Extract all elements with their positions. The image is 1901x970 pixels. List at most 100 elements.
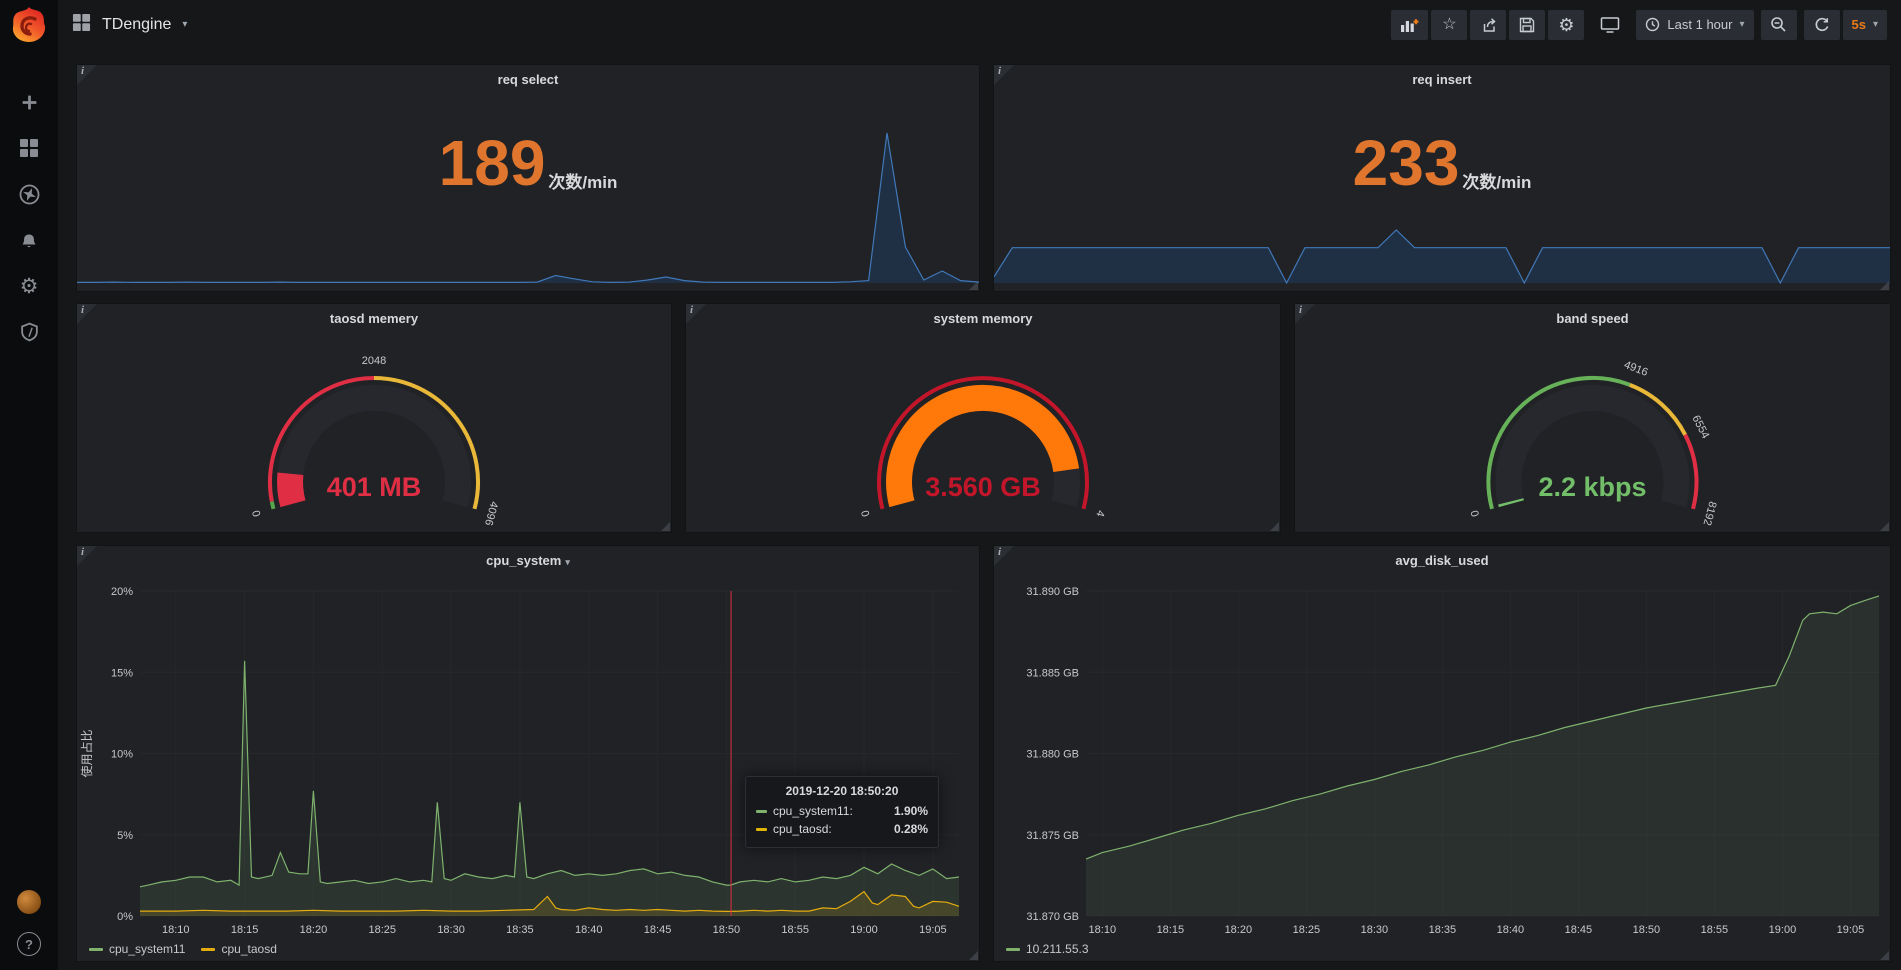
time-range-picker[interactable]: Last 1 hour ▾ [1636, 10, 1753, 40]
add-panel-button[interactable] [1391, 10, 1428, 40]
navbar: TDengine ▾ ☆ [58, 0, 1901, 49]
refresh-interval-picker[interactable]: 5s ▾ [1843, 10, 1888, 40]
panel-title[interactable]: req insert [994, 72, 1890, 87]
y-tick-label: 31.870 GB [1026, 911, 1079, 923]
dashboard-tools: ☆ ⚙ [1391, 10, 1584, 40]
gauge-chart[interactable]: 020484096401 MB [77, 320, 671, 532]
x-tick-label: 18:50 [713, 924, 741, 936]
dashboard-grid: i req select 189 次数/min i req insert 233… [58, 49, 1901, 970]
x-tick-label: 18:50 [1633, 924, 1661, 936]
panel-info-corner[interactable]: i [77, 65, 97, 85]
panel-title[interactable]: avg_disk_used [994, 553, 1890, 568]
legend-item[interactable]: cpu_system11 [89, 942, 185, 956]
panel-info-corner[interactable]: i [1295, 304, 1315, 324]
y-tick-label: 20% [111, 586, 133, 598]
x-tick-label: 18:45 [1565, 924, 1593, 936]
panel-info-corner[interactable]: i [994, 65, 1014, 85]
navbar-actions: ☆ ⚙ [1391, 10, 1887, 40]
avatar[interactable] [17, 890, 41, 914]
y-tick-label: 31.875 GB [1026, 830, 1079, 842]
resize-handle[interactable] [661, 522, 670, 531]
dashboard-grid-icon [72, 13, 91, 37]
resize-handle[interactable] [1880, 522, 1889, 531]
zoom-out-button[interactable] [1761, 10, 1797, 40]
star-button[interactable]: ☆ [1431, 10, 1467, 40]
clock-icon [1645, 17, 1660, 32]
legend-label: cpu_system11 [109, 942, 185, 956]
share-button[interactable] [1470, 10, 1506, 40]
y-axis-title: 使用占比 [79, 729, 94, 777]
x-tick-label: 18:35 [506, 924, 534, 936]
panel-title[interactable]: cpu_system▾ [77, 553, 979, 568]
gauge-value: 3.560 GB [925, 472, 1041, 502]
legend-label: cpu_taosd [221, 942, 276, 956]
help-icon[interactable]: ? [17, 932, 41, 956]
series-area [1086, 596, 1879, 916]
gauge-threshold-label: 4 [1093, 509, 1106, 518]
time-range-label: Last 1 hour [1667, 17, 1732, 32]
x-tick-label: 18:55 [781, 924, 809, 936]
cycle-view-button[interactable] [1591, 10, 1629, 40]
shield-icon [20, 322, 39, 343]
legend-item[interactable]: cpu_taosd [201, 942, 276, 956]
sidebar-item-add[interactable] [14, 87, 44, 117]
panel-info-corner[interactable]: i [77, 546, 97, 566]
chart-tooltip: 2019-12-20 18:50:20cpu_system11:1.90%cpu… [745, 776, 939, 848]
tooltip-series-value: 0.28% [894, 822, 928, 836]
x-tick-label: 18:35 [1429, 924, 1457, 936]
sidebar-item-dashboards[interactable] [14, 133, 44, 163]
gauge-chart[interactable]: 0 4 3.560 GB [686, 320, 1280, 532]
x-tick-label: 18:55 [1701, 924, 1729, 936]
panel-title[interactable]: band speed [1295, 311, 1890, 326]
x-tick-label: 19:00 [1769, 924, 1797, 936]
refresh-button[interactable] [1804, 10, 1840, 40]
panel-title[interactable]: system memory [686, 311, 1280, 326]
dashboard-title-group[interactable]: TDengine ▾ [72, 13, 187, 37]
x-tick-label: 18:45 [644, 924, 672, 936]
tooltip-series-dash [756, 810, 767, 813]
grafana-logo[interactable] [9, 5, 49, 45]
gauge-chart[interactable]: 04916655481922.2 kbps [1295, 320, 1890, 532]
save-button[interactable] [1509, 10, 1545, 40]
sidebar-nav: ⚙ [14, 87, 44, 347]
panel-taosd-memory: i taosd memery 020484096401 MB [76, 303, 672, 533]
tooltip-series-value: 1.90% [894, 804, 928, 818]
settings-button[interactable]: ⚙ [1548, 10, 1584, 40]
series-line [140, 661, 959, 887]
x-tick-label: 18:15 [1157, 924, 1185, 936]
tooltip-series-dash [756, 828, 767, 831]
timeseries-chart[interactable]: 18:1018:1518:2018:2518:3018:3518:4018:45… [994, 546, 1890, 961]
panel-req-select: i req select 189 次数/min [76, 64, 980, 292]
y-tick-label: 31.880 GB [1026, 749, 1079, 761]
stat-value-group: 189 次数/min [77, 65, 979, 261]
gauge-threshold-label: 6554 [1689, 413, 1711, 440]
legend-item[interactable]: 10.211.55.3 [1006, 942, 1089, 956]
tooltip-row: cpu_taosd:0.28% [756, 822, 928, 836]
gauge-threshold-label: 0 [859, 509, 872, 518]
y-tick-label: 10% [111, 749, 133, 761]
panel-title[interactable]: taosd memery [77, 311, 671, 326]
resize-handle[interactable] [1270, 522, 1279, 531]
x-tick-label: 18:10 [1089, 924, 1117, 936]
resize-handle[interactable] [1880, 951, 1889, 960]
panel-menu-caret-icon: ▾ [565, 557, 570, 567]
resize-handle[interactable] [969, 951, 978, 960]
share-icon [1480, 17, 1497, 33]
refresh-interval-label: 5s [1852, 17, 1866, 32]
panel-title[interactable]: req select [77, 72, 979, 87]
stat-unit: 次数/min [1462, 134, 1531, 193]
timeseries-chart[interactable]: 18:1018:1518:2018:2518:3018:3518:4018:45… [77, 546, 979, 961]
y-tick-label: 31.885 GB [1026, 667, 1079, 679]
refresh-icon [1814, 17, 1830, 33]
sidebar-item-alerting[interactable] [14, 225, 44, 255]
x-tick-label: 18:40 [575, 924, 603, 936]
sidebar-item-server-admin[interactable] [14, 317, 44, 347]
stat-unit: 次数/min [548, 134, 617, 193]
panel-cpu-system: i cpu_system▾ 18:1018:1518:2018:2518:301… [76, 545, 980, 962]
panel-info-corner[interactable]: i [994, 546, 1014, 566]
gauge-value: 2.2 kbps [1538, 472, 1646, 502]
sidebar-item-explore[interactable] [14, 179, 44, 209]
panel-info-corner[interactable]: i [686, 304, 706, 324]
panel-info-corner[interactable]: i [77, 304, 97, 324]
sidebar-item-configuration[interactable]: ⚙ [14, 271, 44, 301]
